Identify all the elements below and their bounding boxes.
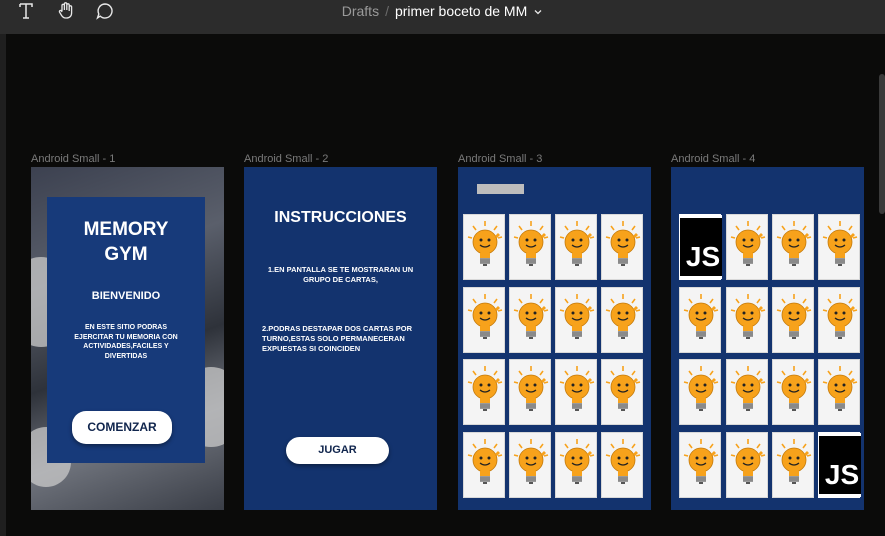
lightbulb-icon bbox=[730, 439, 766, 484]
memory-card[interactable] bbox=[601, 287, 643, 353]
placeholder-bar bbox=[477, 184, 524, 194]
memory-card-js[interactable]: JS bbox=[679, 214, 722, 280]
memory-card[interactable] bbox=[679, 287, 721, 353]
memory-card[interactable] bbox=[601, 432, 643, 498]
lightbulb-icon bbox=[776, 439, 812, 484]
memory-card[interactable] bbox=[601, 214, 643, 280]
lightbulb-icon bbox=[513, 439, 549, 484]
memory-card[interactable] bbox=[726, 287, 768, 353]
lightbulb-icon bbox=[605, 439, 641, 484]
breadcrumb-separator: / bbox=[385, 3, 389, 19]
memory-card[interactable] bbox=[679, 432, 721, 498]
memory-card[interactable] bbox=[509, 359, 551, 425]
memory-card[interactable] bbox=[463, 214, 505, 280]
top-toolbar: Drafts / primer boceto de MM bbox=[0, 0, 885, 34]
start-button[interactable]: COMENZAR bbox=[72, 411, 172, 444]
lightbulb-icon bbox=[559, 366, 595, 411]
lightbulb-icon bbox=[467, 294, 503, 339]
memory-card[interactable] bbox=[772, 432, 814, 498]
lightbulb-icon bbox=[683, 439, 719, 484]
lightbulb-icon bbox=[683, 294, 719, 339]
memory-card[interactable] bbox=[679, 359, 721, 425]
memory-card[interactable] bbox=[818, 214, 860, 280]
lightbulb-icon bbox=[467, 221, 503, 266]
lightbulb-icon bbox=[513, 366, 549, 411]
memory-card[interactable] bbox=[772, 287, 814, 353]
lightbulb-icon bbox=[822, 221, 858, 266]
lightbulb-icon bbox=[513, 221, 549, 266]
memory-card[interactable] bbox=[818, 359, 860, 425]
frame-label-3[interactable]: Android Small - 3 bbox=[458, 153, 542, 165]
lightbulb-icon bbox=[776, 294, 812, 339]
lightbulb-icon bbox=[683, 366, 719, 411]
breadcrumb-drafts[interactable]: Drafts bbox=[342, 3, 379, 19]
breadcrumb: Drafts / primer boceto de MM bbox=[0, 2, 885, 20]
frame-android-small-4[interactable]: JS JS bbox=[671, 167, 864, 510]
svg-text:JS: JS bbox=[825, 459, 859, 490]
svg-text:JS: JS bbox=[686, 241, 720, 272]
chevron-down-icon[interactable] bbox=[533, 7, 543, 17]
memory-card[interactable] bbox=[772, 214, 814, 280]
memory-card[interactable] bbox=[509, 214, 551, 280]
javascript-logo-icon: JS bbox=[819, 433, 861, 497]
memory-card[interactable] bbox=[601, 359, 643, 425]
lightbulb-icon bbox=[730, 294, 766, 339]
memory-card[interactable] bbox=[726, 214, 768, 280]
lightbulb-icon bbox=[467, 366, 503, 411]
lightbulb-icon bbox=[467, 439, 503, 484]
memory-card[interactable] bbox=[463, 359, 505, 425]
frame-android-small-3[interactable] bbox=[458, 167, 651, 510]
lightbulb-icon bbox=[730, 366, 766, 411]
welcome-description: EN ESTE SITIO PODRAS EJERCITAR TU MEMORI… bbox=[74, 324, 178, 360]
welcome-heading: BIENVENIDO bbox=[91, 290, 161, 302]
lightbulb-icon bbox=[559, 439, 595, 484]
vertical-scrollbar[interactable] bbox=[879, 74, 885, 214]
memory-card[interactable] bbox=[555, 359, 597, 425]
javascript-logo-icon: JS bbox=[680, 215, 722, 279]
lightbulb-icon bbox=[822, 366, 858, 411]
memory-card[interactable] bbox=[509, 432, 551, 498]
instruction-2: 2.PODRAS DESTAPAR DOS CARTAS POR TURNO,E… bbox=[262, 324, 413, 353]
memory-card[interactable] bbox=[555, 432, 597, 498]
lightbulb-icon bbox=[605, 366, 641, 411]
frame-label-1[interactable]: Android Small - 1 bbox=[31, 153, 115, 165]
file-name[interactable]: primer boceto de MM bbox=[395, 3, 527, 19]
frame-label-4[interactable]: Android Small - 4 bbox=[671, 153, 755, 165]
app-title: MEMORY GYM bbox=[47, 217, 205, 267]
instructions-title: INSTRUCCIONES bbox=[274, 209, 407, 226]
lightbulb-icon bbox=[730, 221, 766, 266]
memory-card[interactable] bbox=[772, 359, 814, 425]
lightbulb-icon bbox=[559, 221, 595, 266]
app-title-line-2: GYM bbox=[104, 244, 148, 265]
memory-card[interactable] bbox=[818, 287, 860, 353]
lightbulb-icon bbox=[513, 294, 549, 339]
memory-card[interactable] bbox=[555, 287, 597, 353]
memory-card[interactable] bbox=[463, 287, 505, 353]
frame-android-small-1[interactable]: MEMORY GYM BIENVENIDO EN ESTE SITIO PODR… bbox=[31, 167, 224, 510]
lightbulb-icon bbox=[559, 294, 595, 339]
memory-card[interactable] bbox=[509, 287, 551, 353]
frame-label-2[interactable]: Android Small - 2 bbox=[244, 153, 328, 165]
memory-card-js[interactable]: JS bbox=[818, 432, 861, 498]
lightbulb-icon bbox=[776, 221, 812, 266]
memory-card[interactable] bbox=[726, 432, 768, 498]
lightbulb-icon bbox=[605, 294, 641, 339]
play-button[interactable]: JUGAR bbox=[286, 437, 389, 464]
lightbulb-icon bbox=[776, 366, 812, 411]
memory-card[interactable] bbox=[463, 432, 505, 498]
frame-android-small-2[interactable]: INSTRUCCIONES 1.EN PANTALLA SE TE MOSTRA… bbox=[244, 167, 437, 510]
lightbulb-icon bbox=[822, 294, 858, 339]
memory-card[interactable] bbox=[726, 359, 768, 425]
welcome-panel: MEMORY GYM BIENVENIDO EN ESTE SITIO PODR… bbox=[47, 197, 205, 463]
lightbulb-icon bbox=[605, 221, 641, 266]
memory-card[interactable] bbox=[555, 214, 597, 280]
app-title-line-1: MEMORY bbox=[83, 219, 169, 240]
instruction-1: 1.EN PANTALLA SE TE MOSTRARAN UN GRUPO D… bbox=[267, 265, 414, 284]
